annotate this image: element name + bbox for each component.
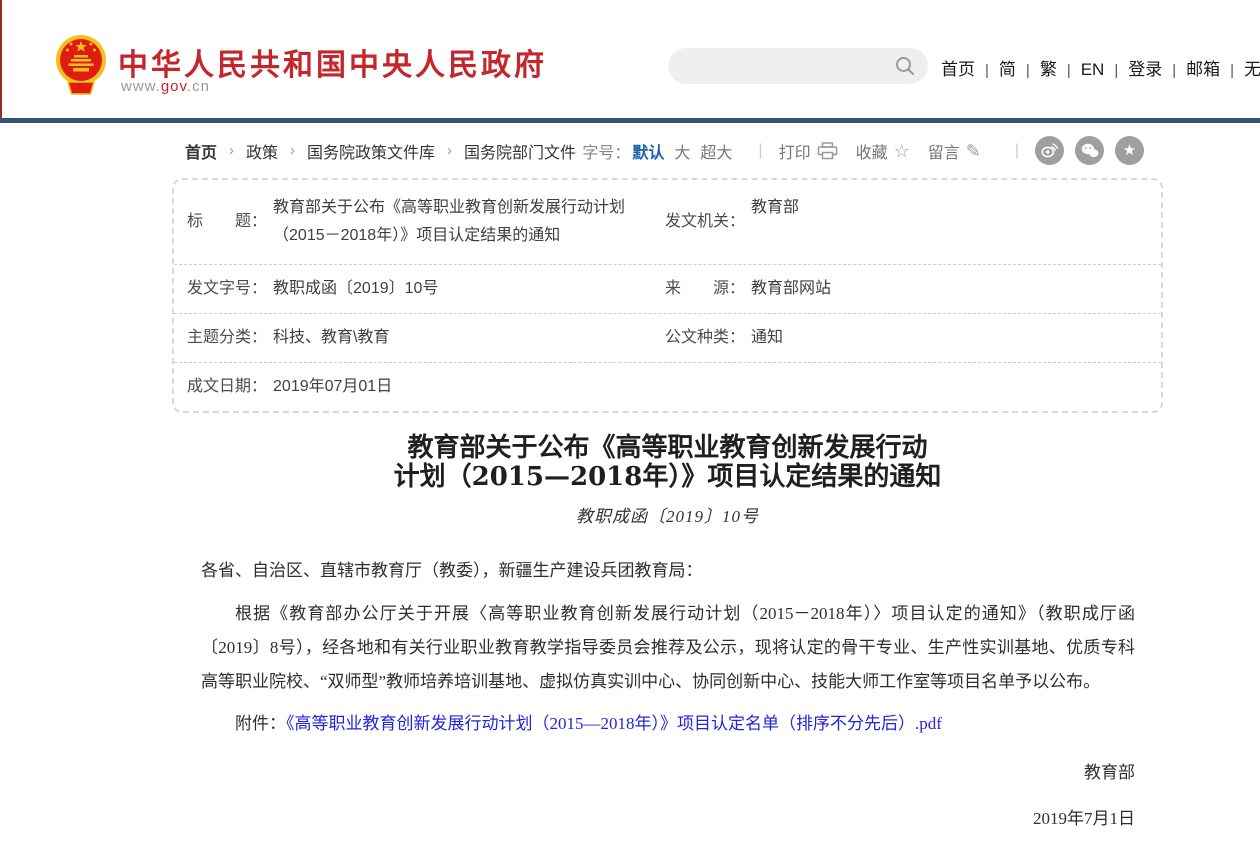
print-label: 打印 xyxy=(779,139,811,163)
nav-separator: | xyxy=(1172,62,1176,79)
search-box[interactable] xyxy=(668,48,928,84)
meta-topic-value: 科技、教育\教育 xyxy=(273,328,389,348)
nav-separator: | xyxy=(1026,62,1030,79)
salutation-paragraph: 各省、自治区、直辖市教育厅（教委），新疆生产建设兵团教育局： xyxy=(201,554,1135,588)
left-edge-line xyxy=(0,0,2,118)
search-icon[interactable] xyxy=(894,55,916,77)
meta-source-label: 来 源： xyxy=(665,279,745,299)
star-icon: ☆ xyxy=(894,142,910,160)
meta-title-value: 教育部关于公布《高等职业教育创新发展行动计划（2015－2018年）》项目认定结… xyxy=(273,194,661,250)
meta-row-topic: 主题分类： 科技、教育\教育 公文种类： 通知 xyxy=(174,314,1161,363)
meta-cell-agency: 发文机关： 教育部 xyxy=(665,194,1147,250)
attachment-label: 附件： xyxy=(235,714,286,733)
attachment-pdf-link[interactable]: 《高等职业教育创新发展行动计划（2015—2018年）》项目认定名单（排序不分先… xyxy=(286,714,942,733)
nav-separator: | xyxy=(1114,62,1118,79)
font-size-label: 字号： xyxy=(582,139,630,163)
top-nav: 首页 | 简 | 繁 | EN | 登录 | 邮箱 | 无障碍 xyxy=(941,55,1260,80)
meta-cell-source: 来 源： 教育部网站 xyxy=(665,279,1147,299)
breadcrumb-separator: › xyxy=(290,142,295,159)
meta-agency-label: 发文机关： xyxy=(665,208,745,236)
breadcrumb: 首页 › 政策 › 国务院政策文件库 › 国务院部门文件 xyxy=(185,139,576,163)
page-toolbar: 字号： 默认 大 超大 | 打印 收藏 ☆ 留言 ✎ | xyxy=(582,136,1144,165)
nav-login[interactable]: 登录 xyxy=(1128,60,1162,79)
search-input[interactable] xyxy=(684,51,894,81)
pencil-icon: ✎ xyxy=(966,142,981,160)
weibo-icon xyxy=(1041,143,1058,158)
body-paragraph: 根据《教育部办公厅关于开展〈高等职业教育创新发展行动计划（2015－2018年）… xyxy=(201,597,1135,699)
font-size-xlarge-button[interactable]: 超大 xyxy=(700,139,732,163)
print-button[interactable]: 打印 xyxy=(779,139,838,163)
attachment-line: 附件：《高等职业教育创新发展行动计划（2015—2018年）》项目认定名单（排序… xyxy=(201,714,1135,734)
meta-row-title: 标 题： 教育部关于公布《高等职业教育创新发展行动计划（2015－2018年）》… xyxy=(174,180,1161,265)
share-wechat-button[interactable] xyxy=(1075,136,1104,165)
url-www: www. xyxy=(121,78,161,95)
meta-title-label: 标 题： xyxy=(187,208,267,236)
meta-agency-value: 教育部 xyxy=(751,194,799,250)
breadcrumb-separator: › xyxy=(447,142,452,159)
nav-mail[interactable]: 邮箱 xyxy=(1186,60,1220,79)
comment-label: 留言 xyxy=(928,139,960,163)
document-title-line2: 计划（2015—2018年）》项目认定结果的通知 xyxy=(172,463,1163,492)
document-number: 教职成函〔2019〕10号 xyxy=(172,502,1163,527)
nav-home[interactable]: 首页 xyxy=(941,60,975,79)
document-title: 教育部关于公布《高等职业教育创新发展行动 计划（2015—2018年）》项目认定… xyxy=(172,434,1163,492)
meta-cell-date: 成文日期： 2019年07月01日 xyxy=(187,377,665,397)
meta-cell-topic: 主题分类： 科技、教育\教育 xyxy=(187,328,665,348)
nav-separator: | xyxy=(1067,62,1071,79)
meta-source-value: 教育部网站 xyxy=(751,279,831,299)
meta-date-value: 2019年07月01日 xyxy=(273,377,392,397)
breadcrumb-policy-library[interactable]: 国务院政策文件库 xyxy=(307,139,435,163)
font-size-default-button[interactable]: 默认 xyxy=(632,139,664,163)
nav-simplified[interactable]: 简 xyxy=(999,60,1016,79)
document-article: 教育部关于公布《高等职业教育创新发展行动 计划（2015—2018年）》项目认定… xyxy=(172,434,1163,829)
document-meta-table: 标 题： 教育部关于公布《高等职业教育创新发展行动计划（2015－2018年）》… xyxy=(172,178,1163,413)
breadcrumb-home[interactable]: 首页 xyxy=(185,139,217,163)
meta-cell-type: 公文种类： 通知 xyxy=(665,328,1147,348)
nav-traditional[interactable]: 繁 xyxy=(1040,60,1057,79)
meta-row-number: 发文字号： 教职成函〔2019〕10号 来 源： 教育部网站 xyxy=(174,265,1161,314)
page: 中华人民共和国中央人民政府 www.gov.cn 首页|简|繁|EN|登录|邮箱… xyxy=(0,0,1260,865)
breadcrumb-policy[interactable]: 政策 xyxy=(246,139,278,163)
document-body: 各省、自治区、直辖市教育厅（教委），新疆生产建设兵团教育局： 根据《教育部办公厅… xyxy=(201,554,1135,829)
meta-number-label: 发文字号： xyxy=(187,279,267,299)
meta-topic-label: 主题分类： xyxy=(187,328,267,348)
site-header: 中华人民共和国中央人民政府 www.gov.cn 首页|简|繁|EN|登录|邮箱… xyxy=(0,0,1260,118)
printer-icon xyxy=(817,142,838,160)
meta-number-value: 教职成函〔2019〕10号 xyxy=(273,279,438,299)
favorite-button[interactable]: 收藏 ☆ xyxy=(856,139,910,163)
national-emblem-logo[interactable] xyxy=(55,34,107,96)
site-url: www.gov.cn xyxy=(121,78,210,95)
favorite-label: 收藏 xyxy=(856,139,888,163)
document-title-line1: 教育部关于公布《高等职业教育创新发展行动 xyxy=(172,434,1163,463)
qzone-star-icon: ★ xyxy=(1123,143,1136,158)
meta-date-label: 成文日期： xyxy=(187,377,267,397)
share-weibo-button[interactable] xyxy=(1035,136,1064,165)
meta-cell-number: 发文字号： 教职成函〔2019〕10号 xyxy=(187,279,665,299)
breadcrumb-separator: › xyxy=(229,142,234,159)
font-size-large-button[interactable]: 大 xyxy=(674,139,690,163)
share-qzone-button[interactable]: ★ xyxy=(1115,136,1144,165)
nav-separator: | xyxy=(985,62,989,79)
national-emblem-icon xyxy=(55,34,107,96)
toolbar-separator: | xyxy=(758,142,762,160)
wechat-icon xyxy=(1081,143,1099,158)
sign-date: 2019年7月1日 xyxy=(201,809,1135,829)
breadcrumb-toolbar-row: 首页 › 政策 › 国务院政策文件库 › 国务院部门文件 字号： 默认 大 超大… xyxy=(0,123,1260,178)
breadcrumb-department-docs[interactable]: 国务院部门文件 xyxy=(464,139,576,163)
comment-button[interactable]: 留言 ✎ xyxy=(928,139,981,163)
meta-type-value: 通知 xyxy=(751,328,783,348)
meta-row-date: 成文日期： 2019年07月01日 xyxy=(174,363,1161,411)
meta-type-label: 公文种类： xyxy=(665,328,745,348)
meta-cell-empty xyxy=(665,377,1147,397)
url-gov: gov xyxy=(161,78,187,95)
nav-accessibility[interactable]: 无障碍 xyxy=(1244,60,1260,79)
meta-cell-title: 标 题： 教育部关于公布《高等职业教育创新发展行动计划（2015－2018年）》… xyxy=(187,194,665,250)
toolbar-separator: | xyxy=(1015,142,1019,160)
nav-english[interactable]: EN xyxy=(1081,60,1105,79)
signer: 教育部 xyxy=(201,763,1135,783)
nav-separator: | xyxy=(1230,62,1234,79)
url-cn: .cn xyxy=(187,78,210,95)
